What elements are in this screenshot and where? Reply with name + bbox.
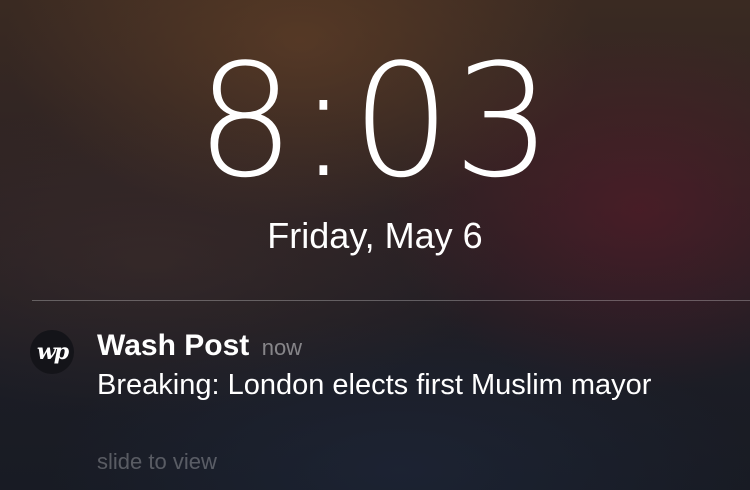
notification-card[interactable]: wp Wash Post now Breaking: London elects…	[0, 320, 750, 490]
notification-timestamp: now	[261, 335, 303, 360]
notification-app-name: Wash Post	[97, 329, 250, 362]
lockscreen-clock: 8:03	[0, 36, 750, 206]
notification-header: Wash Post now	[97, 328, 302, 366]
lockscreen-date: Friday, May 6	[267, 215, 483, 256]
notification-message: Breaking: London elects first Muslim may…	[97, 369, 652, 401]
clock-time: 8:03	[195, 30, 555, 212]
slide-to-view-hint[interactable]: slide to view	[97, 448, 217, 476]
notification-divider	[32, 300, 750, 301]
washington-post-logo-icon: wp	[30, 330, 74, 374]
